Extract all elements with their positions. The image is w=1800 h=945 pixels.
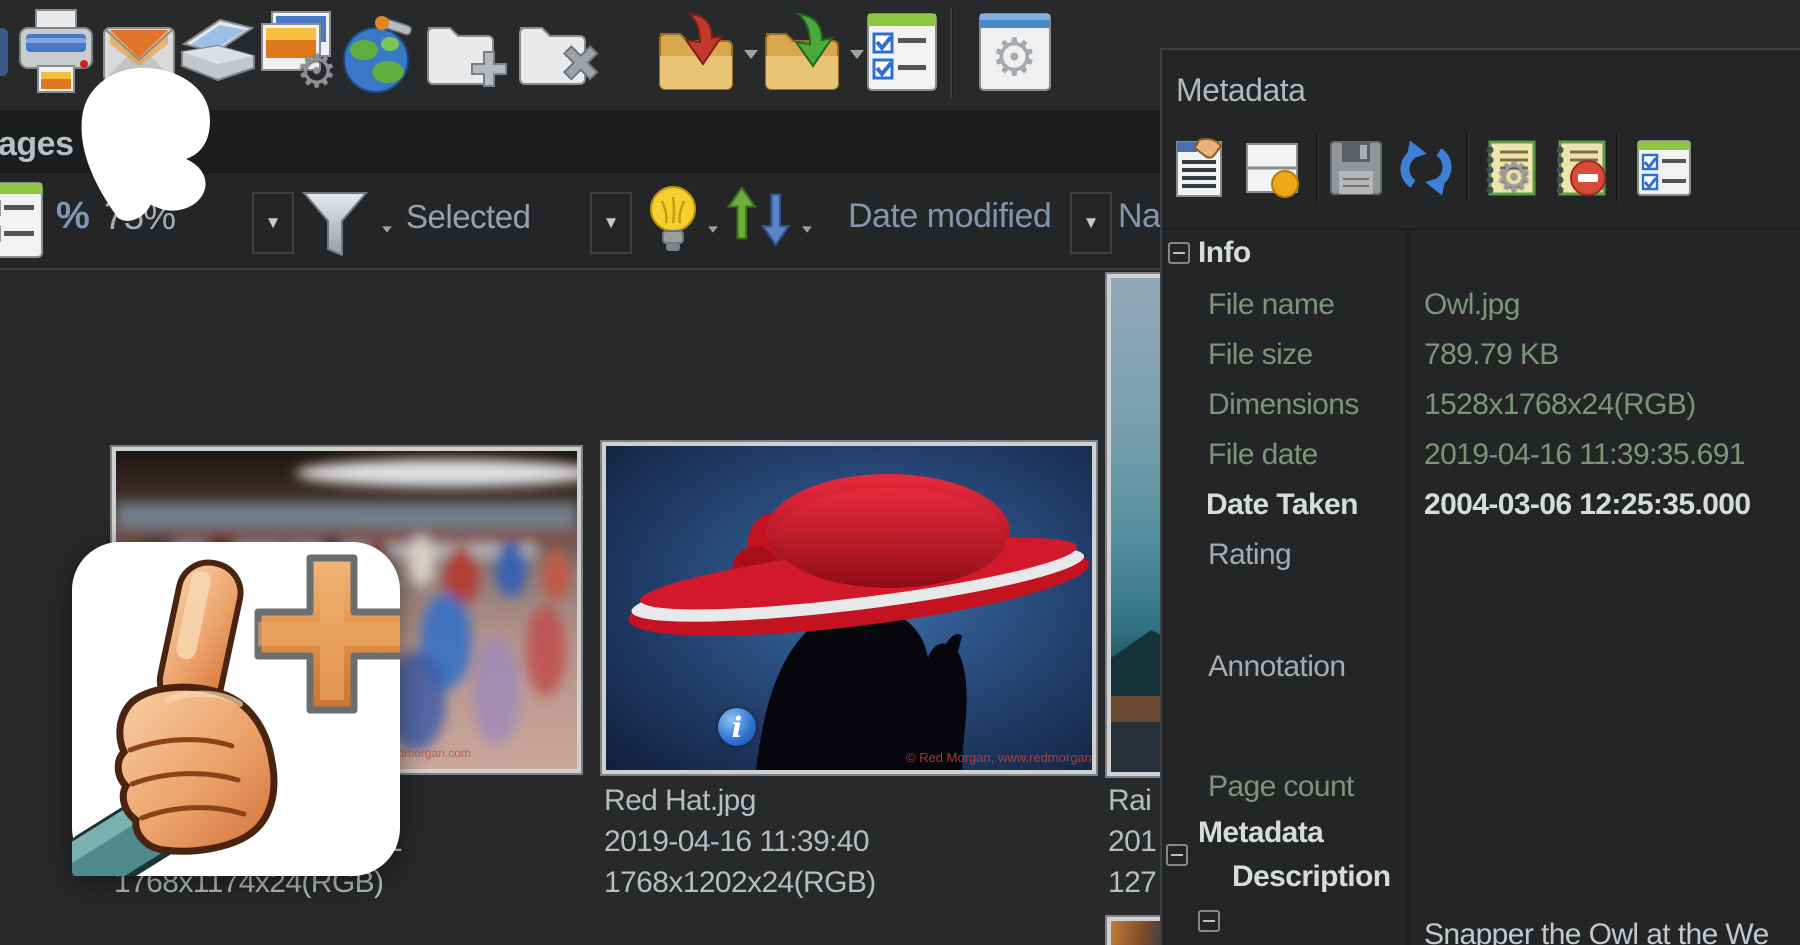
new-folder-icon[interactable]: [424, 16, 512, 97]
gear-icon: ⚙: [296, 44, 337, 98]
collapse-icon-info[interactable]: [1168, 242, 1190, 264]
metadata-toolbar-separator: [1466, 132, 1469, 202]
thumb3-dimensions-fragment: 127: [1108, 866, 1156, 900]
thumb2-date: 2019-04-16 11:39:40: [604, 825, 869, 859]
sort-field-label[interactable]: Date modified: [848, 197, 1051, 236]
batch-checklist-icon[interactable]: [866, 12, 938, 97]
row-label-file-name: File name: [1208, 288, 1334, 322]
partial-toolbar-icon: [0, 28, 8, 76]
panes-layout-icon[interactable]: [1240, 136, 1304, 200]
row-value-file-date: 2019-04-16 11:39:35.691: [1424, 438, 1745, 472]
sort-caret[interactable]: [802, 226, 812, 232]
settings-window-icon[interactable]: ⚙: [978, 12, 1052, 97]
metadata-toolbar-separator: [1316, 132, 1319, 202]
edit-metadata-icon[interactable]: [1170, 136, 1234, 200]
panel-divider: [1162, 228, 1800, 230]
row-value-file-size: 789.79 KB: [1424, 338, 1559, 372]
thumb2-filename: Red Hat.jpg: [604, 784, 756, 818]
filter-value-label[interactable]: Selected: [406, 198, 530, 236]
toolbar-separator: [950, 8, 953, 98]
section-description[interactable]: Description: [1232, 860, 1390, 894]
save-icon[interactable]: [1324, 136, 1388, 200]
sort-field-dropdown[interactable]: ▼: [1070, 192, 1112, 254]
row-label-page-count: Page count: [1208, 770, 1354, 804]
metadata-toolbar: ⚙: [1170, 136, 1696, 200]
cursor-blob: [60, 58, 230, 228]
app-window: ⚙: [0, 0, 1800, 945]
batch-convert-icon[interactable]: ⚙: [258, 10, 338, 101]
section-info[interactable]: Info: [1198, 236, 1251, 270]
row-label-file-date: File date: [1208, 438, 1318, 472]
filter-funnel-icon[interactable]: [300, 189, 370, 259]
refresh-icon[interactable]: [1394, 136, 1458, 200]
collapse-icon-description[interactable]: [1198, 910, 1220, 932]
lightbulb-caret[interactable]: [708, 226, 718, 232]
web-icon[interactable]: [338, 10, 420, 101]
row-label-file-size: File size: [1208, 338, 1313, 372]
metadata-checklist-icon[interactable]: [1632, 136, 1696, 200]
metadata-toolbar-separator: [1616, 132, 1619, 202]
gear-icon: ⚙: [1496, 154, 1532, 200]
metadata-panel: Metadata: [1160, 48, 1800, 945]
move-to-folder-caret[interactable]: [850, 50, 864, 59]
lightbulb-icon[interactable]: [648, 183, 698, 261]
zoom-dropdown[interactable]: ▼: [252, 192, 294, 254]
filter-dropdown[interactable]: ▼: [590, 192, 632, 254]
row-label-rating[interactable]: Rating: [1208, 538, 1291, 572]
row-value-dimensions: 1528x1768x24(RGB): [1424, 388, 1696, 422]
section-metadata[interactable]: Metadata: [1198, 816, 1323, 850]
collapse-icon-metadata[interactable]: [1166, 844, 1188, 866]
description-preview: Snapper the Owl at the We: [1424, 918, 1769, 945]
metadata-settings-icon[interactable]: ⚙: [1478, 136, 1542, 200]
thumb3-date-fragment: 201: [1108, 825, 1156, 859]
thumbnail-image-red-hat: © Red Morgan, www.redmorgan.com i: [606, 446, 1092, 770]
row-label-date-taken: Date Taken: [1206, 488, 1358, 522]
thumbs-up-add-cursor: [72, 542, 400, 876]
metadata-panel-title: Metadata: [1176, 72, 1305, 109]
view-options-icon[interactable]: [0, 181, 44, 259]
sort-direction-icon[interactable]: [726, 185, 792, 261]
grid-column-divider: [1407, 228, 1409, 945]
delete-folder-icon[interactable]: [516, 16, 604, 97]
svg-text:© Red Morgan, www.redmorgan.co: © Red Morgan, www.redmorgan.com: [906, 750, 1092, 765]
move-to-folder-icon[interactable]: [762, 12, 846, 99]
thumb2-dimensions: 1768x1202x24(RGB): [604, 866, 876, 900]
filter-caret-small[interactable]: [382, 226, 392, 232]
copy-to-folder-caret[interactable]: [744, 50, 758, 59]
remove-metadata-icon[interactable]: [1548, 136, 1612, 200]
row-label-annotation[interactable]: Annotation: [1208, 650, 1345, 684]
copy-to-folder-icon[interactable]: [656, 12, 740, 99]
gear-icon: ⚙: [991, 28, 1038, 88]
thumbnail-item-2[interactable]: © Red Morgan, www.redmorgan.com i: [600, 440, 1098, 776]
row-label-dimensions: Dimensions: [1208, 388, 1359, 422]
row-value-file-name: Owl.jpg: [1424, 288, 1520, 322]
info-icon: i: [718, 708, 756, 746]
thumb3-filename-fragment: Rai: [1108, 784, 1151, 818]
next-sort-field-fragment[interactable]: Na: [1118, 197, 1160, 236]
row-value-date-taken: 2004-03-06 12:25:35.000: [1424, 488, 1750, 522]
